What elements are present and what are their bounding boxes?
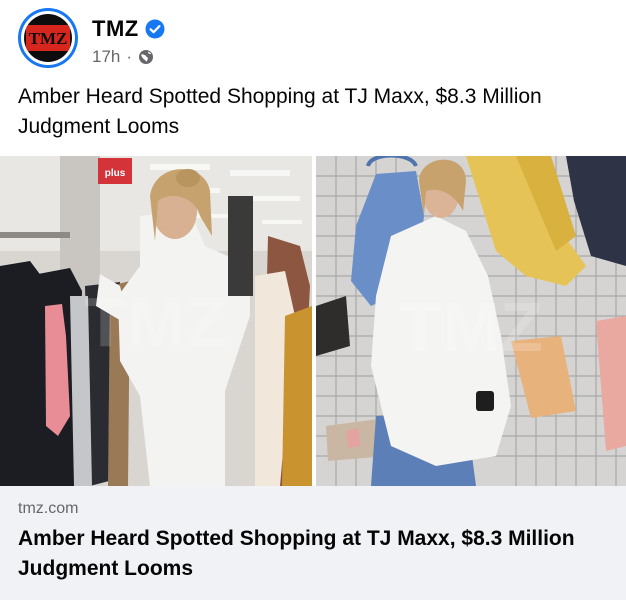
post-header: TMZ TMZ 17h ·: [18, 8, 608, 74]
globe-icon[interactable]: [138, 49, 154, 65]
verified-badge-icon: [145, 19, 165, 39]
post-timestamp[interactable]: 17h: [92, 47, 120, 67]
svg-text:TMZ: TMZ: [29, 29, 68, 48]
photo-right[interactable]: TMZ: [316, 156, 626, 486]
meta-separator: ·: [126, 47, 133, 66]
post-caption: Amber Heard Spotted Shopping at TJ Maxx,…: [18, 85, 542, 138]
svg-text:plus: plus: [105, 168, 126, 179]
page-name[interactable]: TMZ: [92, 16, 139, 42]
post-media[interactable]: plus TMZ TMZ: [0, 156, 626, 486]
link-preview-card[interactable]: tmz.com Amber Heard Spotted Shopping at …: [0, 486, 626, 600]
photo-left[interactable]: plus TMZ: [0, 156, 312, 486]
page-avatar[interactable]: TMZ: [18, 8, 78, 68]
link-title[interactable]: Amber Heard Spotted Shopping at TJ Maxx,…: [18, 524, 608, 584]
svg-text:TMZ: TMZ: [399, 288, 543, 366]
link-domain: tmz.com: [18, 500, 79, 517]
tmz-logo-icon: TMZ: [24, 14, 72, 62]
svg-text:TMZ: TMZ: [84, 283, 228, 361]
